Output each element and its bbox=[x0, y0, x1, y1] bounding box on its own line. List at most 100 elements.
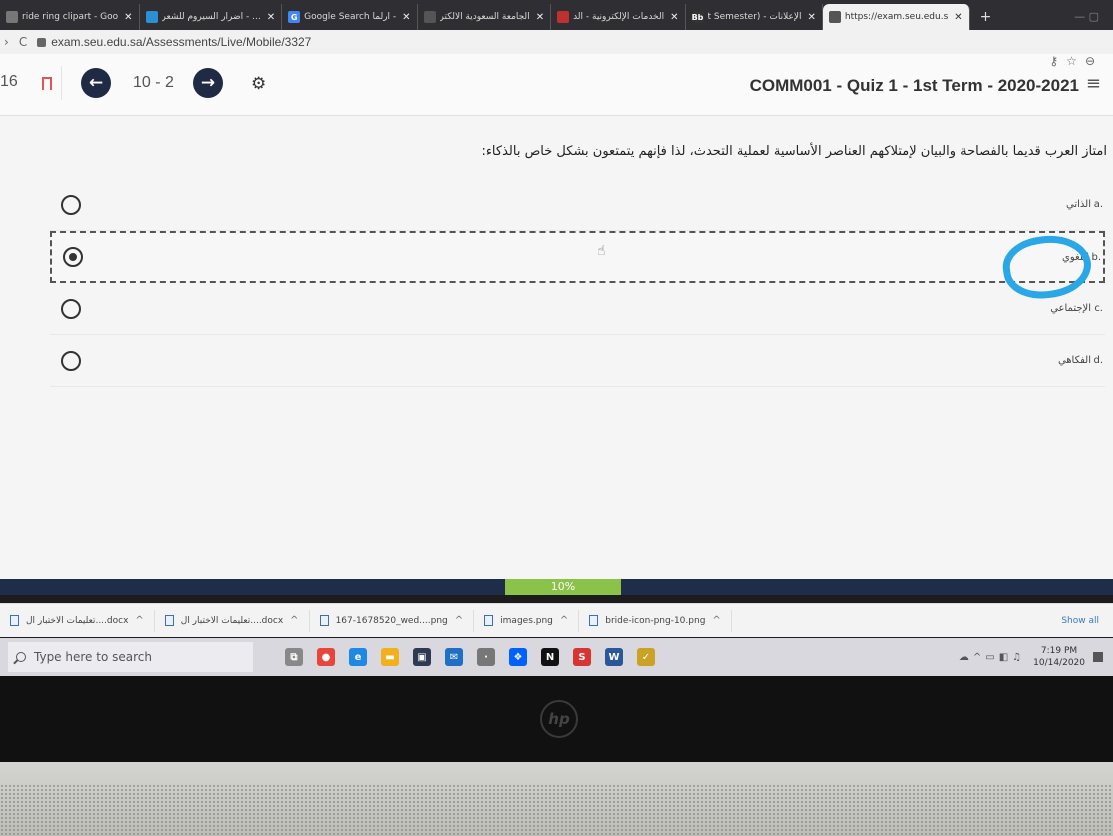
radio-button[interactable] bbox=[61, 350, 81, 371]
netflix-icon[interactable]: N bbox=[541, 648, 559, 666]
dropbox-icon[interactable]: ❖ bbox=[509, 648, 527, 666]
task-view-icon[interactable]: ⧉ bbox=[285, 648, 303, 666]
radio-button[interactable] bbox=[61, 298, 81, 319]
close-icon[interactable]: ✕ bbox=[536, 12, 544, 23]
download-item[interactable]: images.png ^ bbox=[474, 609, 580, 632]
laptop-deck bbox=[0, 762, 1113, 836]
clock[interactable]: 7:19 PM 10/14/2020 bbox=[1033, 645, 1085, 669]
next-question-button[interactable]: → bbox=[193, 68, 223, 98]
close-icon[interactable]: ✕ bbox=[267, 12, 275, 23]
app-red-icon[interactable]: S bbox=[573, 648, 591, 666]
favicon-icon bbox=[423, 11, 436, 23]
answer-option[interactable]: الإجتماعي c. bbox=[50, 283, 1105, 335]
window-controls[interactable]: — ▢ bbox=[1060, 10, 1113, 30]
close-icon[interactable]: ✕ bbox=[124, 12, 132, 23]
quiz-page: ⚷☆⊖ 16 ← 10 - 2 → ⚙ COMM001 - Quiz 1 - 1… bbox=[0, 54, 1113, 579]
tab-title: الجامعة السعودية الالكتر bbox=[439, 12, 530, 22]
edge-icon[interactable]: e bbox=[349, 648, 367, 666]
close-icon[interactable]: ✕ bbox=[402, 12, 410, 23]
gear-icon: ⚙ bbox=[251, 74, 267, 94]
tray-icons[interactable]: ☁^▭◧♫ bbox=[959, 652, 1025, 663]
arrow-left-icon: ← bbox=[88, 73, 104, 93]
notification-icon[interactable] bbox=[1093, 652, 1103, 662]
chevron-up-icon[interactable]: ^ bbox=[290, 615, 298, 626]
settings-button[interactable]: ⚙ bbox=[251, 74, 266, 94]
menu-button[interactable]: ≡ bbox=[1086, 73, 1101, 94]
word-icon[interactable]: W bbox=[605, 648, 623, 666]
download-item[interactable]: تعليمات الاختبار ال....docx ^ bbox=[0, 609, 155, 632]
clock-date: 10/14/2020 bbox=[1033, 658, 1085, 668]
chevron-up-icon[interactable]: ^ bbox=[560, 615, 568, 626]
browser-tab[interactable]: ride ring clipart - Goo ✕ bbox=[0, 4, 140, 30]
app-check-icon[interactable]: ✓ bbox=[637, 648, 655, 666]
download-filename: 167-1678520_wed....png bbox=[335, 615, 448, 626]
close-icon[interactable]: ✕ bbox=[670, 12, 678, 23]
download-filename: تعليمات الاختبار ال....docx bbox=[26, 615, 129, 626]
tab-title: https://exam.seu.edu.s bbox=[844, 12, 949, 22]
option-text: الفكاهي bbox=[1057, 355, 1091, 366]
option-text: الإجتماعي bbox=[1050, 303, 1091, 314]
download-item[interactable]: تعليمات الاختبار ال....docx ^ bbox=[155, 609, 310, 632]
browser-tab[interactable]: Bb t Semester) - الإعلانات ✕ bbox=[686, 4, 823, 30]
answer-option[interactable]: اللغوي b. ☝ bbox=[50, 230, 1105, 304]
favicon-icon bbox=[828, 11, 841, 23]
close-icon[interactable]: ✕ bbox=[807, 12, 815, 23]
tab-title: أضرار السيروم للشعر - ... bbox=[161, 12, 261, 22]
laptop-bezel: hp bbox=[0, 676, 1113, 762]
download-item[interactable]: 167-1678520_wed....png ^ bbox=[310, 609, 475, 632]
tab-title: t Semester) - الإعلانات bbox=[707, 12, 802, 22]
taskbar-search-input[interactable]: Type here to search bbox=[8, 642, 253, 672]
system-tray: ☁^▭◧♫ 7:19 PM 10/14/2020 bbox=[959, 645, 1113, 669]
hand-cursor-icon: ☝ bbox=[597, 243, 606, 259]
close-icon[interactable]: ✕ bbox=[954, 12, 962, 23]
question-text: امتاز العرب قديما بالفصاحة والبيان لإمتل… bbox=[481, 144, 1107, 159]
answer-option[interactable]: الذاتي a. bbox=[50, 179, 1105, 231]
search-icon bbox=[16, 652, 26, 662]
tab-title: الخدمات الإلكترونية - الد bbox=[573, 12, 665, 22]
question-count: 16 bbox=[0, 73, 18, 90]
answer-option[interactable]: الفكاهي d. bbox=[50, 335, 1105, 387]
show-all-downloads-link[interactable]: Show all bbox=[1061, 616, 1113, 626]
download-filename: images.png bbox=[500, 615, 553, 626]
download-filename: bride-icon-png-10.png bbox=[605, 615, 706, 626]
mail-icon[interactable]: ✉ bbox=[445, 648, 463, 666]
hamburger-icon: ≡ bbox=[1085, 73, 1101, 94]
tab-title: ride ring clipart - Goo bbox=[22, 12, 119, 22]
file-explorer-icon[interactable]: ▬ bbox=[381, 648, 399, 666]
chevron-up-icon[interactable]: ^ bbox=[712, 615, 720, 626]
chevron-up-icon[interactable]: ^ bbox=[455, 615, 463, 626]
radio-button[interactable] bbox=[61, 194, 81, 215]
flag-question-button[interactable] bbox=[32, 66, 62, 100]
url-text[interactable]: exam.seu.edu.sa/Assessments/Live/Mobile/… bbox=[51, 35, 311, 49]
browser-tab[interactable]: الخدمات الإلكترونية - الد ✕ bbox=[551, 4, 686, 30]
store-icon[interactable]: ▣ bbox=[413, 648, 431, 666]
progress-fill: 10% bbox=[505, 579, 621, 595]
radio-button[interactable] bbox=[63, 247, 83, 267]
chevron-up-icon[interactable]: ^ bbox=[135, 615, 143, 626]
quiz-title: COMM001 - Quiz 1 - 1st Term - 2020-2021 bbox=[749, 76, 1079, 95]
app-small-icon[interactable]: · bbox=[477, 648, 495, 666]
browser-tab[interactable]: الجامعة السعودية الالكتر ✕ bbox=[418, 4, 552, 30]
back-arrow-icon[interactable]: › bbox=[4, 35, 9, 49]
option-letter: d. bbox=[1093, 355, 1103, 366]
favicon-icon: G bbox=[288, 11, 301, 23]
browser-tab[interactable]: G Google Search ارلما - ✕ bbox=[282, 4, 418, 30]
taskbar-apps: ⧉ ● e ▬ ▣ ✉ · ❖ N S W ✓ bbox=[285, 648, 655, 666]
hp-logo: hp bbox=[540, 700, 578, 738]
chrome-icon[interactable]: ● bbox=[317, 648, 335, 666]
browser-tab[interactable]: https://exam.seu.edu.s ✕ bbox=[822, 4, 970, 30]
option-letter: a. bbox=[1093, 199, 1103, 210]
file-icon bbox=[164, 615, 174, 626]
download-item[interactable]: bride-icon-png-10.png ^ bbox=[579, 609, 732, 632]
lock-icon bbox=[37, 37, 47, 47]
favicon-icon bbox=[6, 11, 18, 23]
previous-question-button[interactable]: ← bbox=[81, 68, 111, 98]
browser-tab[interactable]: أضرار السيروم للشعر - ... ✕ bbox=[140, 4, 283, 30]
reload-icon[interactable]: C bbox=[19, 35, 27, 49]
browser-extension-icons[interactable]: ⚷☆⊖ bbox=[1049, 54, 1103, 68]
new-tab-button[interactable]: + bbox=[970, 9, 1002, 30]
arrow-right-icon: → bbox=[200, 73, 216, 93]
address-bar[interactable]: › C exam.seu.edu.sa/Assessments/Live/Mob… bbox=[0, 30, 1113, 54]
bookmark-icon bbox=[41, 76, 52, 94]
option-text: الذاتي bbox=[1066, 199, 1091, 210]
